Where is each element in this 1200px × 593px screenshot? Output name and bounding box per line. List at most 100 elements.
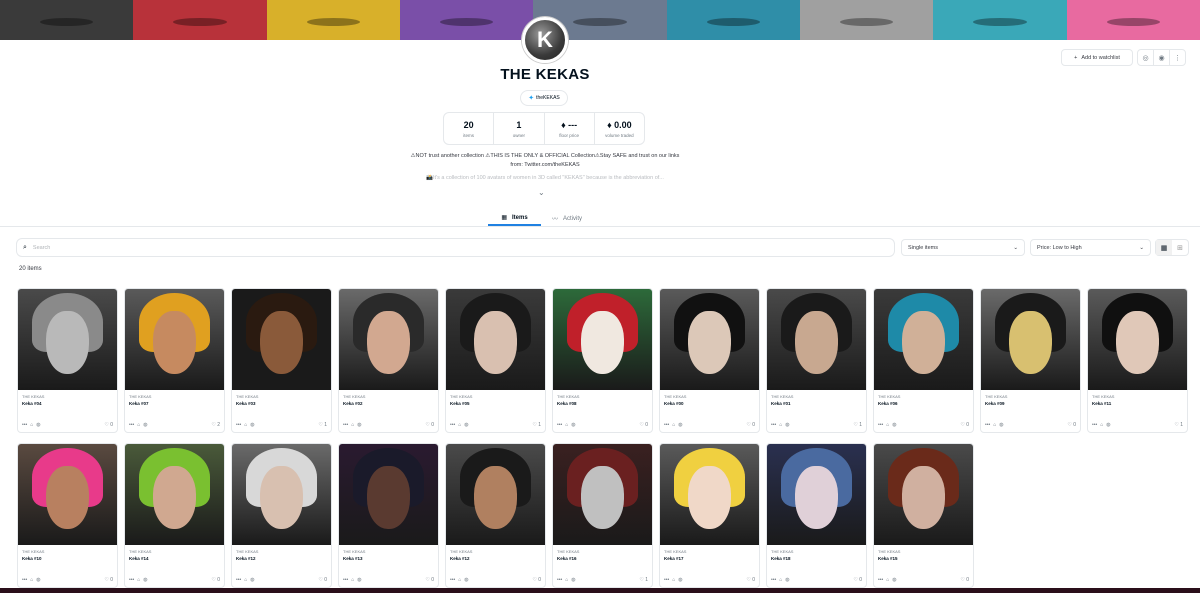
heart-icon[interactable]: ♡: [318, 422, 322, 428]
heart-icon[interactable]: ♡: [318, 577, 322, 583]
item-image[interactable]: [339, 289, 438, 390]
item-card[interactable]: THE KEKAS Keka #12 ••• ⌂ ◍ ♡ 0: [231, 443, 332, 588]
item-card[interactable]: THE KEKAS Keka #06 ••• ⌂ ◍ ♡ 0: [873, 288, 974, 433]
more-icon[interactable]: •••: [236, 577, 241, 583]
search-input[interactable]: ⌕ Search: [16, 238, 895, 257]
item-name[interactable]: Keka #17: [664, 556, 759, 561]
more-icon[interactable]: •••: [557, 577, 562, 583]
item-image[interactable]: [18, 444, 117, 545]
item-name[interactable]: Keka #04: [22, 401, 117, 406]
more-icon[interactable]: •••: [985, 422, 990, 428]
globe-icon[interactable]: ◎: [1138, 50, 1154, 65]
heart-icon[interactable]: ♡: [639, 422, 643, 428]
item-card[interactable]: THE KEKAS Keka #13 ••• ⌂ ◍ ♡ 0: [338, 443, 439, 588]
more-icon[interactable]: •••: [557, 422, 562, 428]
item-card[interactable]: THE KEKAS Keka #18 ••• ⌂ ◍ ♡ 0: [766, 443, 867, 588]
heart-icon[interactable]: ♡: [853, 422, 857, 428]
sort-select[interactable]: Price: Low to High ⌄: [1030, 239, 1151, 256]
item-image[interactable]: [232, 444, 331, 545]
add-to-watchlist-button[interactable]: + Add to watchlist: [1061, 49, 1133, 66]
heart-icon[interactable]: ♡: [211, 577, 215, 583]
item-name[interactable]: Keka #14: [129, 556, 224, 561]
item-card[interactable]: THE KEKAS Keka #00 ••• ⌂ ◍ ♡ 0: [659, 288, 760, 433]
more-icon[interactable]: •••: [22, 422, 27, 428]
more-icon[interactable]: •••: [450, 577, 455, 583]
item-name[interactable]: Keka #09: [985, 401, 1080, 406]
item-image[interactable]: [553, 444, 652, 545]
item-name[interactable]: Keka #08: [557, 401, 652, 406]
item-name[interactable]: Keka #07: [129, 401, 224, 406]
item-name[interactable]: Keka #15: [878, 556, 973, 561]
more-icon[interactable]: •••: [1092, 422, 1097, 428]
item-name[interactable]: Keka #02: [343, 401, 438, 406]
item-card[interactable]: THE KEKAS Keka #11 ••• ⌂ ◍ ♡ 1: [1087, 288, 1188, 433]
large-grid-icon[interactable]: ▦: [1156, 240, 1172, 255]
item-image[interactable]: [18, 289, 117, 390]
heart-icon[interactable]: ♡: [425, 422, 429, 428]
heart-icon[interactable]: ♡: [532, 577, 536, 583]
more-icon[interactable]: •••: [22, 577, 27, 583]
heart-icon[interactable]: ♡: [425, 577, 429, 583]
heart-icon[interactable]: ♡: [532, 422, 536, 428]
item-card[interactable]: THE KEKAS Keka #03 ••• ⌂ ◍ ♡ 1: [231, 288, 332, 433]
heart-icon[interactable]: ♡: [746, 577, 750, 583]
item-name[interactable]: Keka #16: [557, 556, 652, 561]
item-image[interactable]: [660, 444, 759, 545]
item-name[interactable]: Keka #00: [664, 401, 759, 406]
more-icon[interactable]: •••: [129, 577, 134, 583]
item-card[interactable]: THE KEKAS Keka #08 ••• ⌂ ◍ ♡ 0: [552, 288, 653, 433]
more-icon[interactable]: •••: [878, 577, 883, 583]
heart-icon[interactable]: ♡: [639, 577, 643, 583]
item-image[interactable]: [125, 444, 224, 545]
heart-icon[interactable]: ♡: [960, 422, 964, 428]
item-type-select[interactable]: Single items ⌄: [901, 239, 1025, 256]
item-image[interactable]: [339, 444, 438, 545]
item-card[interactable]: THE KEKAS Keka #04 ••• ⌂ ◍ ♡ 0: [17, 288, 118, 433]
item-card[interactable]: THE KEKAS Keka #10 ••• ⌂ ◍ ♡ 0: [17, 443, 118, 588]
heart-icon[interactable]: ♡: [746, 422, 750, 428]
heart-icon[interactable]: ♡: [104, 577, 108, 583]
item-name[interactable]: Keka #12: [450, 556, 545, 561]
item-card[interactable]: THE KEKAS Keka #16 ••• ⌂ ◍ ♡ 1: [552, 443, 653, 588]
more-icon[interactable]: •••: [664, 577, 669, 583]
item-name[interactable]: Keka #01: [771, 401, 866, 406]
item-card[interactable]: THE KEKAS Keka #17 ••• ⌂ ◍ ♡ 0: [659, 443, 760, 588]
more-icon[interactable]: ⋮: [1170, 50, 1185, 65]
item-name[interactable]: Keka #06: [878, 401, 973, 406]
tab-activity[interactable]: 〰 Activity: [552, 211, 582, 226]
item-image[interactable]: [1088, 289, 1187, 390]
item-card[interactable]: THE KEKAS Keka #09 ••• ⌂ ◍ ♡ 0: [980, 288, 1081, 433]
more-icon[interactable]: •••: [236, 422, 241, 428]
heart-icon[interactable]: ♡: [1067, 422, 1071, 428]
heart-icon[interactable]: ♡: [211, 422, 215, 428]
item-image[interactable]: [125, 289, 224, 390]
item-name[interactable]: Keka #13: [343, 556, 438, 561]
item-card[interactable]: THE KEKAS Keka #12 ••• ⌂ ◍ ♡ 0: [445, 443, 546, 588]
more-icon[interactable]: •••: [771, 577, 776, 583]
heart-icon[interactable]: ♡: [1174, 422, 1178, 428]
item-image[interactable]: [446, 289, 545, 390]
chevron-down-icon[interactable]: ⌄: [538, 188, 545, 197]
item-image[interactable]: [874, 444, 973, 545]
item-card[interactable]: THE KEKAS Keka #05 ••• ⌂ ◍ ♡ 1: [445, 288, 546, 433]
item-card[interactable]: THE KEKAS Keka #01 ••• ⌂ ◍ ♡ 1: [766, 288, 867, 433]
item-image[interactable]: [232, 289, 331, 390]
tab-items[interactable]: ▦ Items: [488, 211, 541, 226]
item-card[interactable]: THE KEKAS Keka #14 ••• ⌂ ◍ ♡ 0: [124, 443, 225, 588]
item-name[interactable]: Keka #10: [22, 556, 117, 561]
item-image[interactable]: [553, 289, 652, 390]
more-icon[interactable]: •••: [343, 422, 348, 428]
more-icon[interactable]: •••: [878, 422, 883, 428]
item-name[interactable]: Keka #05: [450, 401, 545, 406]
more-icon[interactable]: •••: [450, 422, 455, 428]
share-icon[interactable]: ◉: [1154, 50, 1170, 65]
item-name[interactable]: Keka #18: [771, 556, 866, 561]
heart-icon[interactable]: ♡: [960, 577, 964, 583]
item-image[interactable]: [767, 289, 866, 390]
twitter-link[interactable]: ✦ theKEKAS: [520, 90, 568, 106]
item-name[interactable]: Keka #12: [236, 556, 331, 561]
item-image[interactable]: [446, 444, 545, 545]
heart-icon[interactable]: ♡: [104, 422, 108, 428]
more-icon[interactable]: •••: [771, 422, 776, 428]
item-image[interactable]: [981, 289, 1080, 390]
